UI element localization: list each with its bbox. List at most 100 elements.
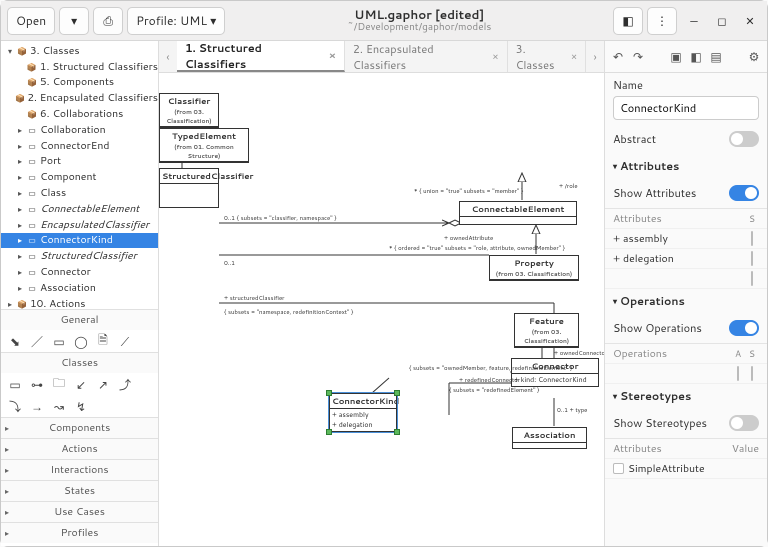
toolbox-components-head[interactable]: ▸Components <box>1 418 158 438</box>
tree-item[interactable]: 📦5. Components <box>1 75 158 91</box>
tree-item[interactable]: ▾📦3. Classes <box>1 43 158 59</box>
tree-item[interactable]: ▸▭Port <box>1 154 158 170</box>
tree-item[interactable]: ▸▭Connector <box>1 264 158 280</box>
diagram-canvas[interactable]: Classifier(from 03. Classification) Stru… <box>159 73 604 546</box>
edge-label: + redefinedConnector <box>459 375 520 384</box>
pointer-tool[interactable]: ⬊ <box>7 333 23 349</box>
tab-prev[interactable]: ‹ <box>159 41 177 72</box>
tree-item[interactable]: ▸▭StructuredClassifier <box>1 248 158 264</box>
tree-item[interactable]: 📦2. Encapsulated Classifiers <box>1 90 158 106</box>
line-tool[interactable]: ／ <box>29 333 45 349</box>
tree-item[interactable]: ▸▭EncapsulatedClassifier <box>1 217 158 233</box>
model-tree[interactable]: ▾📦3. Classes📦1. Structured Classifiers📦5… <box>1 41 158 309</box>
tree-item[interactable]: 📦1. Structured Classifiers <box>1 59 158 75</box>
edge-label: + ownedConnector <box>554 348 604 357</box>
tree-item[interactable]: ▸▭Class <box>1 185 158 201</box>
titlebar: Open ▾ ⎙ Profile: UML ▾ UML.gaphor [edit… <box>1 1 767 41</box>
class-tool[interactable]: ▭ <box>7 376 23 392</box>
t8[interactable]: → <box>29 398 45 414</box>
toolbox-usecases-head[interactable]: ▸Use Cases <box>1 502 158 522</box>
t7[interactable]: ⤵ <box>7 398 23 414</box>
close-button[interactable]: ✕ <box>739 10 761 32</box>
open-button[interactable]: Open <box>7 7 55 35</box>
t10[interactable]: ↯ <box>73 398 89 414</box>
tab-structured[interactable]: 1. Structured Classifiers× <box>177 41 345 72</box>
hamburger-menu[interactable]: ⋮ <box>647 7 677 35</box>
window-title: UML.gaphor [edited] ~/Development/gaphor… <box>229 8 609 32</box>
properties-panel: ↶ ↷ ▣ ◧ ▤ ⚙ Name Abstract Attributes Sho… <box>605 41 767 546</box>
tab-next[interactable]: › <box>586 41 604 72</box>
tab-close-icon[interactable]: × <box>571 50 577 64</box>
profile-selector[interactable]: Profile: UML ▾ <box>127 7 225 35</box>
uml-connectorkind[interactable]: ConnectorKind + assembly+ delegation <box>329 393 397 432</box>
uml-structuredclassifier[interactable]: StructuredClassifier <box>159 168 219 208</box>
stereotypes-section-head[interactable]: Stereotypes <box>605 384 767 408</box>
open-dropdown[interactable]: ▾ <box>59 7 89 35</box>
dep-tool[interactable]: ⤴ <box>117 376 133 392</box>
interface-tool[interactable]: ⊶ <box>29 376 45 392</box>
abstract-toggle[interactable] <box>729 131 759 147</box>
uml-connectableelement[interactable]: ConnectableElement <box>459 201 577 225</box>
show-stereotypes-toggle[interactable] <box>729 415 759 431</box>
align-2-button[interactable]: ◧ <box>687 48 705 66</box>
tree-item[interactable]: ▸▭Component <box>1 169 158 185</box>
edge-label: { subsets = "namespace, redefinitionCont… <box>224 307 353 316</box>
view-mode-button[interactable]: ◧ <box>613 7 643 35</box>
edge-label: + /role <box>559 181 578 190</box>
tree-item[interactable]: ▸▭Association <box>1 280 158 296</box>
edge-label: 0..1 <box>224 258 235 267</box>
minimize-button[interactable]: — <box>683 10 705 32</box>
gear-icon[interactable]: ⚙ <box>745 48 763 66</box>
connect-tool[interactable]: ⟋ <box>117 333 133 349</box>
redo-button[interactable]: ↷ <box>629 48 647 66</box>
align-1-button[interactable]: ▣ <box>667 48 685 66</box>
tab-close-icon[interactable]: × <box>329 49 336 63</box>
show-operations-toggle[interactable] <box>729 320 759 336</box>
uml-association[interactable]: Association <box>512 427 587 449</box>
attr-row[interactable]: + assembly <box>605 229 767 249</box>
toolbox-general-head[interactable]: General <box>1 310 158 330</box>
toolbox-classes-head[interactable]: Classes <box>1 353 158 373</box>
t9[interactable]: ↝ <box>51 398 67 414</box>
stereo-row[interactable]: SimpleAttribute <box>605 459 767 479</box>
tab-classes[interactable]: 3. Classes× <box>508 41 587 72</box>
diagram-area: ‹ 1. Structured Classifiers× 2. Encapsul… <box>159 41 605 546</box>
maximize-button[interactable]: ◻ <box>711 10 733 32</box>
toolbox-states-head[interactable]: ▸States <box>1 481 158 501</box>
tree-item[interactable]: ▸▭ConnectorKind <box>1 233 158 249</box>
tree-item[interactable]: ▸▭ConnectorEnd <box>1 138 158 154</box>
tab-encapsulated[interactable]: 2. Encapsulated Classifiers× <box>345 41 508 72</box>
ops-row-empty[interactable] <box>605 364 767 384</box>
undo-button[interactable]: ↶ <box>609 48 627 66</box>
toolbox-profiles-head[interactable]: ▸Profiles <box>1 523 158 543</box>
operations-section-head[interactable]: Operations <box>605 289 767 313</box>
box-tool[interactable]: ▭ <box>51 333 67 349</box>
edge-label: 0..1 { subsets = "classifier, namespace"… <box>224 213 337 222</box>
toolbox-actions-head[interactable]: ▸Actions <box>1 439 158 459</box>
uml-property[interactable]: Property(from 03. Classification) <box>489 255 579 281</box>
attributes-section-head[interactable]: Attributes <box>605 154 767 178</box>
package-tool[interactable]: 🗀 <box>51 376 67 392</box>
tree-item[interactable]: 📦6. Collaborations <box>1 106 158 122</box>
edge-label: * { ordered = "true" subsets = "role, at… <box>389 243 565 252</box>
new-diagram-button[interactable]: ⎙ <box>93 7 123 35</box>
gen-tool[interactable]: ↗ <box>95 376 111 392</box>
show-attributes-toggle[interactable] <box>729 185 759 201</box>
uml-classifier[interactable]: Classifier(from 03. Classification) <box>159 93 219 128</box>
name-input[interactable] <box>613 96 759 120</box>
diagram-tabs: ‹ 1. Structured Classifiers× 2. Encapsul… <box>159 41 604 73</box>
tree-item[interactable]: ▸▭Collaboration <box>1 122 158 138</box>
ellipse-tool[interactable]: ◯ <box>73 333 89 349</box>
uml-feature[interactable]: Feature(from 03. Classification) <box>514 313 579 348</box>
assoc-tool[interactable]: ↙ <box>73 376 89 392</box>
attr-row[interactable]: + delegation <box>605 249 767 269</box>
attr-row-empty[interactable] <box>605 269 767 289</box>
align-3-button[interactable]: ▤ <box>707 48 725 66</box>
note-tool[interactable]: 🗎 <box>95 333 111 349</box>
edge-label: * { union = "true" subsets = "member" } <box>414 186 523 195</box>
tree-item[interactable]: ▸▭ConnectableElement <box>1 201 158 217</box>
tab-close-icon[interactable]: × <box>492 50 498 64</box>
toolbox-interactions-head[interactable]: ▸Interactions <box>1 460 158 480</box>
uml-typedelement[interactable]: TypedElement(from 01. Common Structure) <box>159 128 249 163</box>
tree-item[interactable]: ▸📦10. Actions <box>1 296 158 309</box>
